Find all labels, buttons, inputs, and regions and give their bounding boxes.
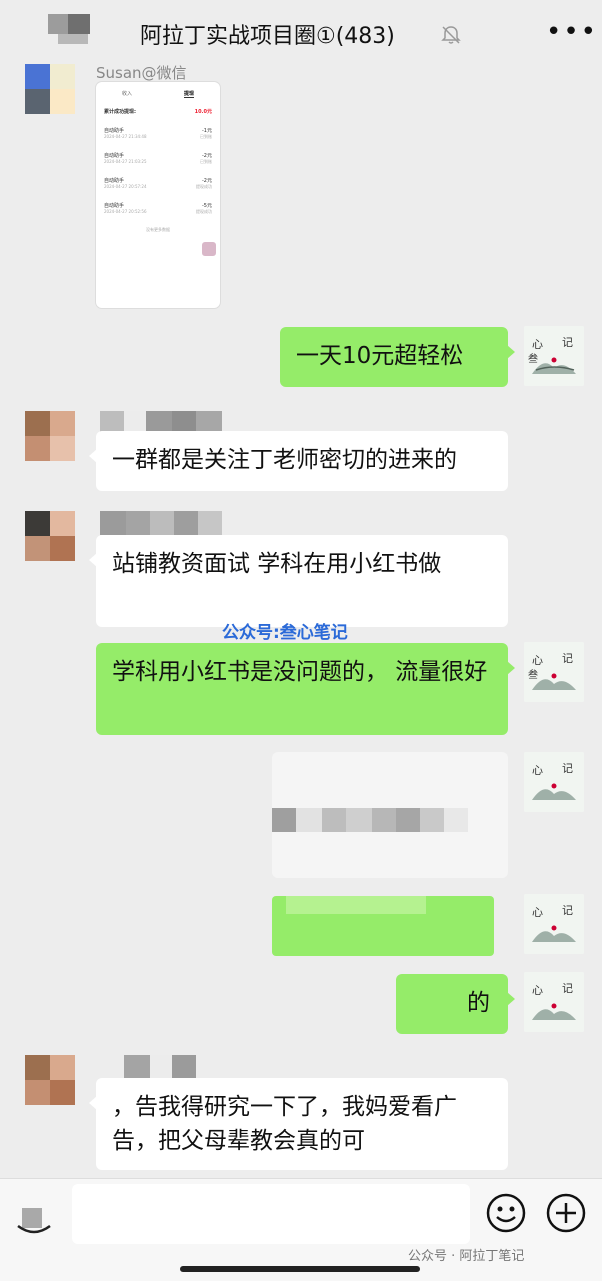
avatar-art-icon: 心 记 叁 <box>524 642 584 702</box>
my-avatar[interactable]: 心 记 <box>524 972 584 1032</box>
svg-text:叁: 叁 <box>528 668 538 681</box>
message-bubble-in[interactable]: 站铺教资面试 学科在用小红书做 <box>89 535 508 627</box>
avatar[interactable] <box>25 411 75 461</box>
end-of-list: 没有更多数据 <box>146 227 170 232</box>
mute-bell-icon <box>441 26 461 44</box>
svg-text:记: 记 <box>562 982 573 995</box>
list-item: 自动助手 -1元 <box>104 128 212 134</box>
svg-text:记: 记 <box>562 762 573 775</box>
home-indicator[interactable] <box>180 1266 420 1272</box>
list-item: 自动助手 -2元 <box>104 153 212 159</box>
sender-name <box>124 1055 196 1079</box>
message-bubble-out[interactable]: 一天10元超轻松 <box>280 327 515 387</box>
back-icon[interactable] <box>48 14 94 44</box>
avatar[interactable] <box>25 1055 75 1105</box>
chat-title: 阿拉丁实战项目圈①(483) <box>140 24 395 49</box>
svg-text:记: 记 <box>562 904 573 917</box>
avatar[interactable] <box>25 511 75 561</box>
footer-watermark: 公众号 · 阿拉丁笔记 <box>408 1249 525 1264</box>
more-icon[interactable]: ••• <box>546 19 598 45</box>
message-bubble-out[interactable] <box>272 896 494 956</box>
message-bubble-in[interactable]: 一群都是关注丁老师密切的进来的 <box>89 431 508 491</box>
svg-text:叁: 叁 <box>528 352 538 365</box>
total-value: 10.0元 <box>194 109 212 115</box>
image-message[interactable] <box>272 752 508 878</box>
my-avatar[interactable]: 心 记 叁 <box>524 642 584 702</box>
avatar-art-icon: 心 记 <box>524 894 584 954</box>
svg-text:心: 心 <box>532 906 543 919</box>
total-label: 累计成功提现: <box>104 109 137 115</box>
my-avatar[interactable]: 心 记 <box>524 894 584 954</box>
sticker-icon <box>202 242 216 256</box>
svg-text:心: 心 <box>532 338 543 351</box>
message-bubble-out[interactable]: 的 <box>396 974 515 1034</box>
message-bubble-out[interactable]: 学科用小红书是没问题的， 流量很好 <box>96 643 515 735</box>
avatar-art-icon: 心 记 叁 <box>524 326 584 386</box>
plus-icon[interactable] <box>545 1192 587 1234</box>
my-avatar[interactable]: 心 记 <box>524 752 584 812</box>
tab-income: 收入 <box>121 91 132 97</box>
svg-text:心: 心 <box>532 654 543 667</box>
svg-text:心: 心 <box>532 764 543 777</box>
list-item: 自动助手 -2元 <box>104 178 212 184</box>
voice-icon[interactable] <box>16 1206 54 1236</box>
avatar-art-icon: 心 记 <box>524 752 584 812</box>
my-avatar[interactable]: 心 记 叁 <box>524 326 584 386</box>
svg-text:记: 记 <box>562 652 573 665</box>
emoji-icon[interactable] <box>485 1192 527 1234</box>
message-input[interactable] <box>72 1184 470 1244</box>
avatar-art-icon: 心 记 <box>524 972 584 1032</box>
sender-name: Susan@微信 <box>96 64 187 82</box>
svg-text:心: 心 <box>532 984 543 997</box>
tab-withdraw: 提现 <box>183 91 194 98</box>
avatar[interactable] <box>25 64 75 114</box>
image-message[interactable]: 收入 提现 累计成功提现: 10.0元 自动助手 -1元 2024-04-27 2… <box>96 82 220 308</box>
watermark-overlay: 公众号:叁心笔记 <box>222 623 348 643</box>
list-item: 自动助手 -5元 <box>104 203 212 209</box>
message-bubble-in[interactable]: ，告我得研究一下了，我妈爱看广告，把父母辈教会真的可 <box>89 1078 508 1170</box>
sender-name <box>100 511 222 535</box>
svg-text:记: 记 <box>562 336 573 349</box>
